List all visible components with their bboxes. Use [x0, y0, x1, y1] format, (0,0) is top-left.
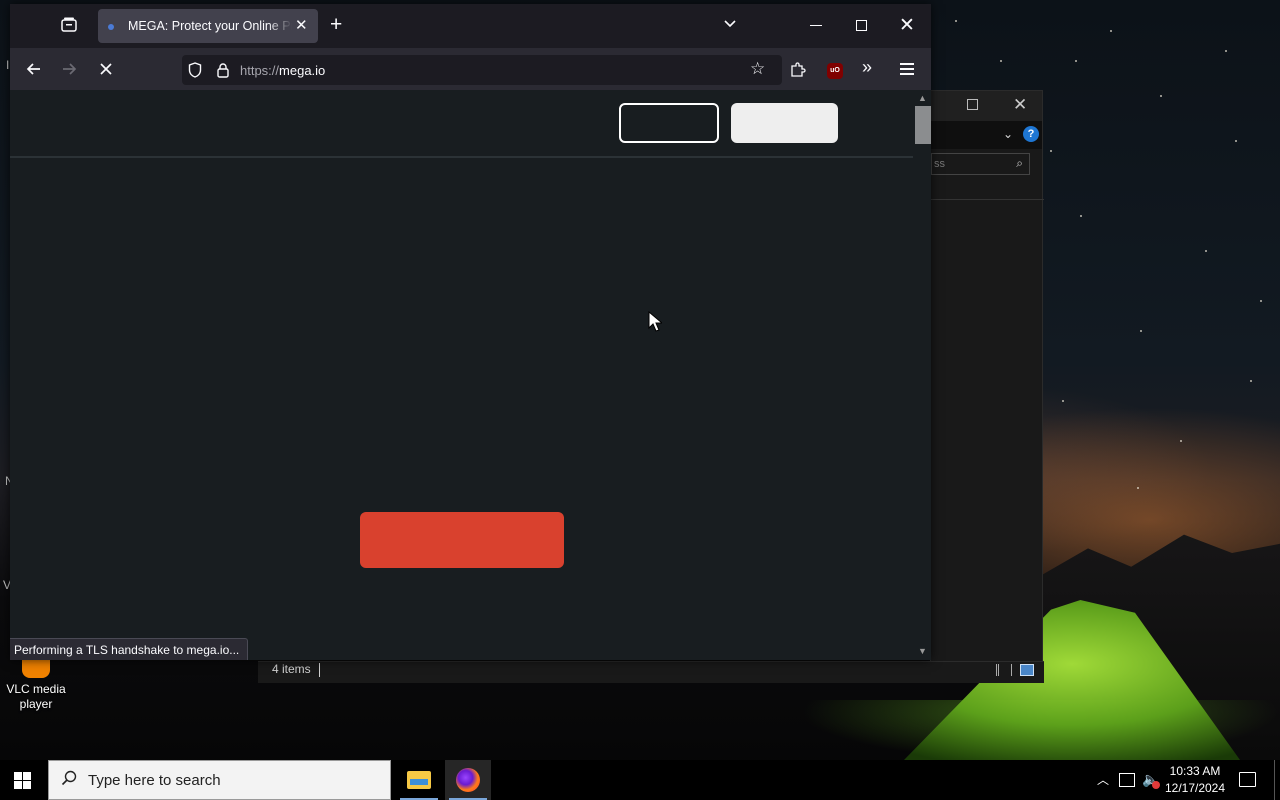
folder-icon [407, 771, 431, 789]
tab-bar: MEGA: Protect your Online Privacy ✕ + ✕ [10, 4, 931, 48]
maximize-icon[interactable] [967, 99, 978, 110]
muted-badge-icon [1152, 781, 1160, 789]
url-scheme: https:// [240, 63, 280, 78]
chevron-down-icon[interactable]: ⌄ [1003, 127, 1013, 141]
tab-mega[interactable]: MEGA: Protect your Online Privacy ✕ [98, 9, 318, 43]
clock-date: 12/17/2024 [1164, 781, 1226, 795]
ublock-origin-icon[interactable]: uO [827, 63, 843, 79]
close-tab-icon[interactable]: ✕ [295, 16, 308, 34]
maximize-icon[interactable] [856, 20, 867, 31]
explorer-search-placeholder: ss [934, 158, 945, 170]
hamburger-menu-icon[interactable] [900, 63, 914, 75]
signup-button[interactable] [731, 103, 838, 143]
taskbar-firefox[interactable] [445, 760, 491, 800]
overflow-menu-icon[interactable]: » [862, 57, 872, 78]
details-view-icon[interactable] [996, 664, 1012, 676]
header-divider [10, 156, 913, 158]
show-desktop-button[interactable] [1274, 760, 1275, 800]
stop-loading-icon[interactable] [94, 57, 118, 81]
forward-arrow-icon[interactable] [57, 57, 81, 81]
url-text[interactable]: https://mega.io [240, 63, 325, 78]
windows-start-icon[interactable] [14, 772, 32, 790]
network-icon[interactable] [1119, 773, 1135, 787]
explorer-ribbon: ⌄ ? [931, 121, 1042, 149]
desktop-icon-vlc[interactable]: VLC media player [0, 658, 72, 712]
notifications-icon[interactable] [1239, 772, 1256, 787]
show-hidden-icons-chevron-icon[interactable]: ︿ [1097, 771, 1109, 788]
divider [319, 663, 320, 677]
scroll-thumb[interactable] [915, 106, 931, 144]
help-icon[interactable]: ? [1023, 126, 1039, 142]
search-icon [61, 770, 77, 786]
vlc-icon [16, 658, 56, 680]
list-all-tabs-icon[interactable] [723, 17, 737, 31]
back-arrow-icon[interactable] [22, 57, 46, 81]
loading-favicon-icon [108, 24, 114, 30]
navigation-toolbar: https://mega.io ☆ uO » [10, 48, 931, 90]
hero-cta-button[interactable] [360, 512, 564, 568]
close-icon[interactable]: ✕ [899, 14, 915, 37]
large-icons-view-icon[interactable] [1020, 664, 1034, 676]
url-host: mega.io [279, 63, 326, 78]
scroll-down-icon[interactable]: ▼ [918, 646, 927, 656]
taskbar-search-placeholder: Type here to search [88, 772, 221, 789]
page-content: ▲ ▼ Performing a TLS handshake to mega.i… [10, 90, 931, 660]
taskbar-file-explorer[interactable] [396, 760, 442, 800]
url-bar[interactable]: https://mega.io ☆ [182, 55, 782, 85]
firefox-window: MEGA: Protect your Online Privacy ✕ + ✕ [10, 4, 931, 660]
login-button[interactable] [619, 103, 719, 143]
taskbar-search-input[interactable]: Type here to search [48, 760, 391, 800]
file-explorer-window: ✕ ⌄ ? ss ⌕ [258, 90, 1044, 683]
status-panel: Performing a TLS handshake to mega.io... [10, 638, 249, 660]
new-tab-button[interactable]: + [330, 13, 342, 37]
scroll-up-icon[interactable]: ▲ [918, 93, 927, 103]
search-icon: ⌕ [1016, 156, 1023, 170]
explorer-titlebar: ✕ [931, 91, 1042, 121]
explorer-search-input[interactable]: ss ⌕ [931, 153, 1030, 175]
desktop-icon-label: VLC media player [6, 682, 66, 711]
lock-icon[interactable] [216, 62, 230, 78]
minimize-icon[interactable] [810, 25, 822, 26]
taskbar: Type here to search ︿ 🔈 10:33 AM 12/17/2… [0, 760, 1280, 800]
firefox-icon [456, 768, 480, 792]
mouse-cursor-icon [648, 311, 662, 332]
explorer-statusbar [258, 661, 1044, 683]
tracking-protection-shield-icon[interactable] [188, 62, 202, 78]
bookmark-star-icon[interactable]: ☆ [750, 59, 765, 79]
explorer-item-count: 4 items [272, 662, 311, 676]
tab-title: MEGA: Protect your Online Privacy [128, 19, 292, 33]
clock-time: 10:33 AM [1169, 764, 1221, 778]
divider [931, 199, 1044, 200]
page-scrollbar[interactable]: ▲ ▼ [913, 90, 931, 660]
taskbar-clock[interactable]: 10:33 AM 12/17/2024 [1162, 763, 1228, 797]
firefox-view-icon[interactable] [60, 16, 78, 34]
close-icon[interactable]: ✕ [1013, 95, 1027, 115]
extensions-puzzle-icon[interactable] [790, 62, 806, 78]
desktop-icon-label-fragment: I [6, 58, 10, 72]
explorer-view-toggles [996, 662, 1036, 678]
